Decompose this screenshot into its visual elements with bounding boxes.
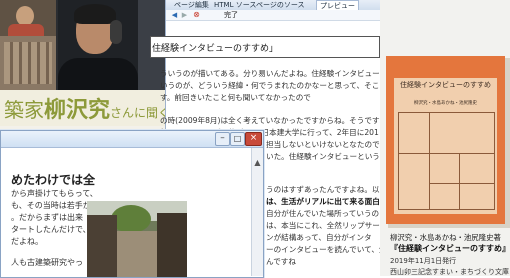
speaker-video bbox=[58, 0, 138, 90]
body-line: 人も古建築研究やっ bbox=[11, 258, 83, 267]
body-line: だよね。 bbox=[11, 237, 43, 246]
tab-page-edit[interactable]: ページ編集 bbox=[174, 0, 209, 10]
body-line: いた。住経験インタビューという bbox=[266, 152, 380, 161]
forward-icon[interactable]: ▶ bbox=[180, 11, 189, 19]
body-line: 担当しないといけないとなたので、そ bbox=[266, 140, 395, 149]
body-line: ういうのが描いてある。分り易いんだよね。住経験インタビューのす bbox=[160, 69, 395, 78]
status-text: 完了 bbox=[224, 11, 238, 19]
back-icon[interactable]: ◀ bbox=[170, 11, 179, 19]
window-titlebar[interactable]: – □ × bbox=[1, 131, 263, 148]
body-line: いうのが、どういう経緯・何でうまれたのかなーと思って、そこを聞き bbox=[160, 81, 403, 90]
body-line: は、本当にこれ、全然リップサー bbox=[266, 221, 380, 230]
street-photo bbox=[87, 201, 187, 277]
body-line: うのはすずあったんですよね。以 bbox=[266, 185, 380, 194]
video-call-area bbox=[0, 0, 165, 90]
book-caption-authors: 柳沢究・水島あかね・池尻隆史著 bbox=[390, 233, 501, 242]
vertical-scrollbar[interactable]: ▲ bbox=[251, 148, 263, 276]
body-line: ーのインタビューを読んでいて、生い bbox=[266, 245, 395, 254]
section-heading: めたわけでは全 bbox=[11, 173, 96, 187]
editor-toolbar: ◀ ▶ ⊗ 完了 bbox=[166, 10, 381, 21]
stop-icon[interactable]: ⊗ bbox=[192, 11, 201, 19]
body-line: ンが結構あって、自分がインタ bbox=[266, 233, 372, 242]
heading-name: 柳沢究 bbox=[44, 97, 111, 123]
heading-prefix: 築家 bbox=[4, 98, 44, 122]
floor-plan-illustration bbox=[398, 112, 495, 210]
book-caption-date: 2019年11月1日発行 bbox=[390, 257, 457, 265]
body-line: も、その当時は若手が bbox=[11, 201, 91, 210]
scroll-up-icon[interactable]: ▲ bbox=[252, 158, 263, 168]
book-cover-authors: 柳沢究・水島あかね・池尻隆史 bbox=[414, 101, 477, 106]
minimize-icon[interactable]: – bbox=[215, 132, 230, 146]
front-window: – □ × ▲ めたわけでは全 から声掛けてもらって、 も、その当時は若手が 。… bbox=[0, 130, 264, 278]
body-line: の時(2009年8月)は全く考えていなかったですからね。そうですね僕 bbox=[160, 116, 395, 125]
article-heading: 築家柳沢究さんに聞く2 bbox=[4, 92, 178, 124]
participant-thumbnail-2 bbox=[0, 36, 56, 90]
body-line: 。だからまずは出来 bbox=[11, 213, 83, 222]
maximize-icon[interactable]: □ bbox=[230, 132, 245, 146]
body-line: から声掛けてもらって、 bbox=[11, 189, 98, 198]
body-line: は、生活がリアルに出て来る面白 bbox=[266, 197, 380, 206]
participant-thumbnail bbox=[0, 0, 56, 36]
book-caption-title: 『住経験インタビューのすすめ』 bbox=[390, 244, 510, 253]
body-line: す。前回きいたこと何も聞いてなかったので bbox=[160, 93, 311, 102]
body-line: 自分が住んでいた場所っていうの bbox=[266, 209, 380, 218]
tab-page-source[interactable]: ページのソース bbox=[256, 0, 305, 10]
tab-html-source[interactable]: HTML ソース bbox=[214, 0, 256, 10]
page-title: 住経験インタビューのすすめ」 bbox=[152, 44, 279, 54]
body-line: んですね bbox=[266, 257, 296, 266]
close-icon[interactable]: × bbox=[245, 132, 262, 146]
tab-preview[interactable]: プレビュー bbox=[316, 0, 359, 10]
book-cover-title: 住経験インタビューのすすめ bbox=[400, 81, 491, 89]
